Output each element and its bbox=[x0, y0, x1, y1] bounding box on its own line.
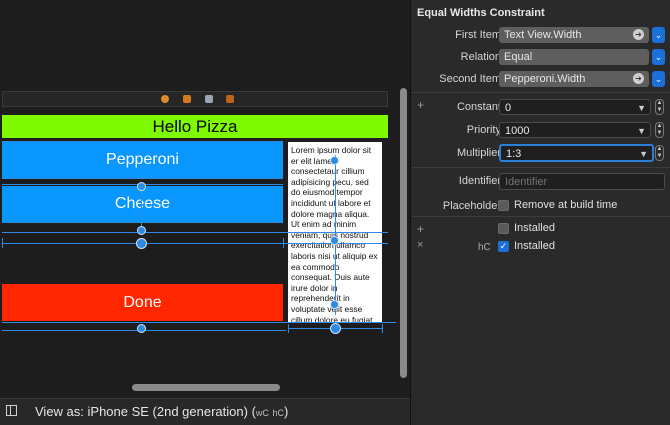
chevron-down-icon[interactable]: ⌄ bbox=[652, 71, 665, 87]
constraint-line[interactable] bbox=[2, 222, 283, 223]
view-controller-icon[interactable] bbox=[183, 95, 191, 103]
installed-hc-label: Installed bbox=[514, 240, 555, 252]
relation-label: Relation bbox=[460, 51, 501, 63]
constant-field[interactable]: 0 ▼ bbox=[499, 99, 651, 115]
add-variation-icon[interactable]: + bbox=[417, 222, 424, 236]
first-item-label: First Item bbox=[455, 29, 501, 41]
constant-value: 0 bbox=[505, 102, 512, 114]
constant-label: Constant bbox=[456, 101, 501, 113]
horizontal-scrollbar[interactable] bbox=[132, 384, 280, 391]
constraint-handle[interactable] bbox=[330, 323, 341, 334]
first-item-popup[interactable]: Text View.Width ➔ bbox=[499, 27, 649, 43]
storyboard-canvas[interactable]: Hello Pizza Pepperoni Cheese Done Lorem … bbox=[0, 0, 410, 398]
constraint-line[interactable] bbox=[335, 155, 336, 315]
constant-stepper[interactable]: ▲ ▼ bbox=[655, 99, 664, 115]
pepperoni-button[interactable]: Pepperoni bbox=[2, 142, 283, 178]
done-button[interactable]: Done bbox=[2, 284, 283, 321]
size-inspector: Equal Widths Constraint First Item Text … bbox=[410, 0, 670, 425]
remove-at-build-time-label: Remove at build time bbox=[514, 199, 618, 211]
second-item-label: Second Item bbox=[439, 73, 501, 85]
constraint-handle[interactable] bbox=[137, 182, 146, 191]
divider bbox=[411, 167, 670, 168]
document-outline-toggle-icon[interactable] bbox=[6, 405, 17, 416]
constraint-handle[interactable] bbox=[137, 324, 146, 333]
storyboard-entry-icon[interactable] bbox=[226, 95, 234, 103]
hc-trait: hC bbox=[272, 408, 285, 418]
constraint-line[interactable] bbox=[2, 238, 3, 248]
constraint-handle[interactable] bbox=[136, 238, 147, 249]
cheese-button[interactable]: Cheese bbox=[2, 186, 283, 222]
second-item-popup[interactable]: Pepperoni.Width ➔ bbox=[499, 71, 649, 87]
constraint-line[interactable] bbox=[288, 324, 289, 333]
constraint-handle[interactable] bbox=[330, 300, 339, 309]
priority-stepper[interactable]: ▲ ▼ bbox=[655, 122, 664, 138]
priority-value: 1000 bbox=[505, 125, 530, 137]
installed-hc-checkbox[interactable]: ✓ bbox=[498, 241, 509, 252]
chevron-down-icon[interactable]: ⌄ bbox=[652, 49, 665, 65]
exit-icon[interactable] bbox=[205, 95, 213, 103]
multiplier-stepper[interactable]: ▲ ▼ bbox=[655, 145, 664, 161]
divider bbox=[411, 92, 670, 93]
constraint-handle[interactable] bbox=[330, 156, 339, 165]
go-to-item-icon[interactable]: ➔ bbox=[633, 73, 644, 84]
relation-value: Equal bbox=[504, 51, 533, 63]
view-as-label: View as: iPhone SE (2nd generation) ( bbox=[35, 404, 256, 419]
priority-field[interactable]: 1000 ▼ bbox=[499, 122, 651, 138]
hc-trait-label: hC bbox=[478, 242, 491, 253]
wc-trait: wC bbox=[255, 408, 269, 418]
inspector-title: Equal Widths Constraint bbox=[417, 7, 545, 19]
divider bbox=[411, 216, 670, 217]
relation-popup[interactable]: Equal bbox=[499, 49, 649, 65]
constraint-handle[interactable] bbox=[137, 226, 146, 235]
identifier-input[interactable] bbox=[499, 173, 665, 190]
combo-dropdown-icon[interactable]: ▼ bbox=[639, 146, 648, 162]
scene-dock-bar[interactable] bbox=[2, 91, 388, 107]
multiplier-label: Multiplier bbox=[456, 147, 501, 159]
second-item-value: Pepperoni.Width bbox=[504, 73, 586, 85]
hello-pizza-label[interactable]: Hello Pizza bbox=[2, 115, 388, 138]
constraint-line[interactable] bbox=[2, 141, 283, 142]
first-item-value: Text View.Width bbox=[504, 29, 582, 41]
close-paren: ) bbox=[284, 404, 289, 419]
priority-label: Priority bbox=[466, 124, 501, 136]
view-as-device-button[interactable]: View as: iPhone SE (2nd generation) (wC … bbox=[35, 404, 288, 419]
installed-label: Installed bbox=[514, 222, 555, 234]
canvas-bottom-bar: View as: iPhone SE (2nd generation) (wC … bbox=[0, 398, 410, 425]
combo-dropdown-icon[interactable]: ▼ bbox=[637, 123, 646, 139]
remove-at-build-time-checkbox[interactable] bbox=[498, 200, 509, 211]
vertical-scrollbar[interactable] bbox=[400, 88, 407, 378]
identifier-label: Identifier bbox=[458, 175, 501, 187]
constraint-line[interactable] bbox=[283, 238, 284, 248]
go-to-item-icon[interactable]: ➔ bbox=[633, 29, 644, 40]
multiplier-field[interactable]: 1:3 ▼ bbox=[499, 144, 654, 162]
multiplier-value: 1:3 bbox=[506, 148, 522, 160]
installed-checkbox[interactable] bbox=[498, 223, 509, 234]
add-variation-icon[interactable]: + bbox=[417, 98, 424, 112]
constraint-handle[interactable] bbox=[330, 236, 339, 245]
constraint-line[interactable] bbox=[2, 232, 388, 233]
combo-dropdown-icon[interactable]: ▼ bbox=[637, 100, 646, 116]
placeholder-label: Placeholder bbox=[442, 200, 501, 212]
constraint-line[interactable] bbox=[2, 178, 283, 179]
remove-variation-icon[interactable]: × bbox=[417, 239, 423, 251]
chevron-down-icon[interactable]: ⌄ bbox=[652, 27, 665, 43]
first-responder-icon[interactable] bbox=[161, 95, 169, 103]
constraint-line[interactable] bbox=[382, 324, 383, 333]
